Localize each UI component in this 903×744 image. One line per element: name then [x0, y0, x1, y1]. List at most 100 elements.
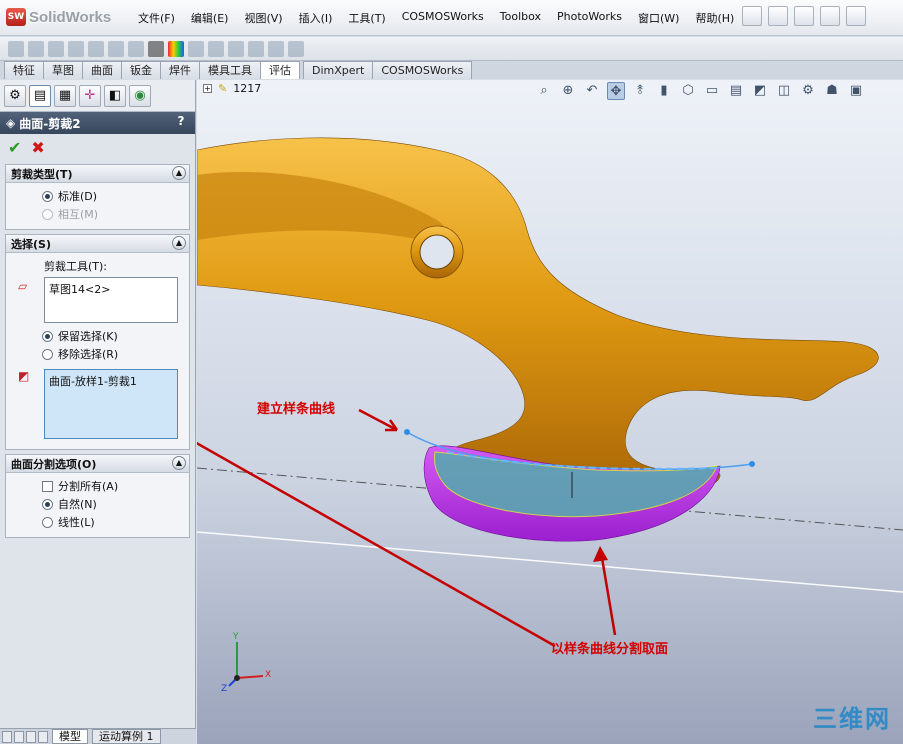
property-manager: ⚙ ▤ ▦ ✛ ◧ ◉ ◈ 曲面-剪裁2 ? ✔ ✖ 剪裁类型(T) ▲ 标准(… — [0, 80, 196, 744]
menu-tools[interactable]: 工具(T) — [348, 10, 385, 26]
next-tab-arrow-icon[interactable] — [26, 730, 36, 743]
remove-selections-option[interactable]: 移除选择(R) — [12, 345, 183, 363]
split-options-group: 曲面分割选项(O) ▲ 分割所有(A) 自然(N) 线性(L) — [5, 454, 190, 538]
linear-option[interactable]: 线性(L) — [12, 513, 183, 531]
trim-tool-listbox[interactable]: 草图14<2> — [44, 277, 178, 323]
draft-analysis-icon[interactable] — [208, 40, 224, 57]
section-view-icon[interactable]: ▮ — [655, 82, 673, 100]
pan-icon[interactable]: ✥ — [607, 82, 625, 100]
save-icon[interactable] — [794, 6, 814, 26]
new-document-icon[interactable] — [742, 6, 762, 26]
menu-window[interactable]: 窗口(W) — [638, 10, 679, 26]
geometry-analysis-icon[interactable] — [188, 40, 204, 57]
collapse-icon[interactable]: ▲ — [172, 166, 186, 180]
previous-view-icon[interactable]: ↶ — [583, 82, 601, 100]
open-document-icon[interactable] — [768, 6, 788, 26]
tab-evaluate[interactable]: 评估 — [260, 61, 300, 79]
curvature-icon[interactable] — [168, 40, 184, 57]
spline-endpoint[interactable] — [404, 429, 410, 435]
deviation-icon[interactable] — [128, 40, 144, 57]
option-label: 保留选择(K) — [58, 330, 118, 343]
check-icon[interactable] — [8, 40, 24, 57]
display-style-icon[interactable]: ▭ — [703, 82, 721, 100]
print-preview-icon[interactable]: ▣ — [847, 82, 865, 100]
feature-manager-icon[interactable]: ⚙ — [4, 84, 26, 107]
feature-tree-flyout[interactable]: + ✎ 1217 — [203, 82, 261, 95]
tab-sketch[interactable]: 草图 — [43, 61, 83, 79]
solidworks-logo-icon: SW — [6, 8, 26, 26]
configuration-manager-icon[interactable]: ▦ — [54, 84, 76, 107]
tab-cosmosworks[interactable]: COSMOSWorks — [372, 61, 473, 79]
option-label: 线性(L) — [58, 516, 95, 529]
appearance-icon[interactable]: ◉ — [129, 84, 151, 107]
last-tab-arrow-icon[interactable] — [38, 730, 48, 743]
keep-selections-option[interactable]: 保留选择(K) — [12, 327, 183, 345]
spline-endpoint[interactable] — [749, 461, 755, 467]
view-orientation-icon[interactable]: ⬡ — [679, 82, 697, 100]
print-icon[interactable] — [820, 6, 840, 26]
tab-features[interactable]: 特征 — [4, 61, 44, 79]
tab-surfaces[interactable]: 曲面 — [82, 61, 122, 79]
hide-show-icon[interactable]: ▤ — [727, 82, 745, 100]
tab-motion-study[interactable]: 运动算例 1 — [92, 729, 161, 744]
natural-option[interactable]: 自然(N) — [12, 495, 183, 513]
measure-icon[interactable] — [28, 40, 44, 57]
tab-sheet-metal[interactable]: 钣金 — [121, 61, 161, 79]
menu-cosmosworks[interactable]: COSMOSWorks — [402, 10, 484, 26]
tab-weldments[interactable]: 焊件 — [160, 61, 200, 79]
tab-mold-tools[interactable]: 模具工具 — [199, 61, 261, 79]
triad-z-label: Z — [221, 684, 228, 694]
zoom-area-icon[interactable]: ⊕ — [559, 82, 577, 100]
cancel-x-icon[interactable]: ✖ — [31, 138, 44, 157]
handle-hole — [419, 234, 455, 270]
selection-header[interactable]: 选择(S) ▲ — [6, 235, 189, 253]
menu-help[interactable]: 帮助(H) — [695, 10, 734, 26]
rotate-icon[interactable]: ⥉ — [631, 82, 649, 100]
split-all-checkbox[interactable]: 分割所有(A) — [12, 477, 183, 495]
statistics-icon[interactable] — [108, 40, 124, 57]
apply-scene-icon[interactable]: ◫ — [775, 82, 793, 100]
graphics-area[interactable]: + ✎ 1217 ⌕ ⊕ ↶ ✥ ⥉ ▮ ⬡ ▭ ▤ ◩ ◫ ⚙ ☗ ▣ 建立样… — [197, 80, 903, 744]
menu-insert[interactable]: 插入(I) — [299, 10, 333, 26]
prev-tab-arrow-icon[interactable] — [14, 730, 24, 743]
ok-check-icon[interactable]: ✔ — [8, 138, 21, 157]
first-tab-arrow-icon[interactable] — [2, 730, 12, 743]
sketch-tool-icon: ▱ — [18, 279, 28, 293]
annotation-spline-label: 建立样条曲线 — [257, 402, 336, 417]
expand-icon[interactable]: + — [203, 84, 212, 93]
options-icon[interactable] — [846, 6, 866, 26]
zebra-stripes-icon[interactable] — [148, 40, 164, 57]
trim-type-header[interactable]: 剪裁类型(T) ▲ — [6, 165, 189, 183]
menu-toolbox[interactable]: Toolbox — [500, 10, 541, 26]
help-button[interactable]: ? — [173, 114, 189, 130]
tab-dimxpert[interactable]: DimXpert — [303, 61, 374, 79]
mass-properties-icon[interactable] — [48, 40, 64, 57]
view-settings-icon[interactable]: ⚙ — [799, 82, 817, 100]
trim-type-standard[interactable]: 标准(D) — [12, 187, 183, 205]
option-label: 相互(M) — [58, 208, 99, 221]
edit-appearance-icon[interactable]: ◩ — [751, 82, 769, 100]
radio-icon — [42, 516, 53, 528]
collapse-icon[interactable]: ▲ — [172, 456, 186, 470]
parting-line-icon[interactable] — [248, 40, 264, 57]
annotation-arrow-spline — [358, 408, 399, 432]
shadows-icon[interactable]: ☗ — [823, 82, 841, 100]
split-options-header[interactable]: 曲面分割选项(O) ▲ — [6, 455, 189, 473]
section-properties-icon[interactable] — [68, 40, 84, 57]
collapse-icon[interactable]: ▲ — [172, 236, 186, 250]
menu-bar: SW SolidWorks 文件(F) 编辑(E) 视图(V) 插入(I) 工具… — [0, 0, 903, 36]
dimxpert-manager-icon[interactable]: ✛ — [79, 84, 101, 107]
menu-view[interactable]: 视图(V) — [244, 10, 282, 26]
menu-edit[interactable]: 编辑(E) — [191, 10, 229, 26]
sensor-icon[interactable] — [88, 40, 104, 57]
thickness-icon[interactable] — [268, 40, 284, 57]
symmetry-icon[interactable] — [288, 40, 304, 57]
undercut-icon[interactable] — [228, 40, 244, 57]
pieces-to-keep-listbox[interactable]: 曲面-放样1-剪裁1 — [44, 369, 178, 439]
display-manager-icon[interactable]: ◧ — [104, 84, 126, 107]
zoom-to-fit-icon[interactable]: ⌕ — [535, 82, 553, 100]
property-manager-icon[interactable]: ▤ — [29, 84, 51, 107]
menu-photoworks[interactable]: PhotoWorks — [557, 10, 622, 26]
menu-file[interactable]: 文件(F) — [138, 10, 175, 26]
tab-model[interactable]: 模型 — [52, 729, 88, 744]
